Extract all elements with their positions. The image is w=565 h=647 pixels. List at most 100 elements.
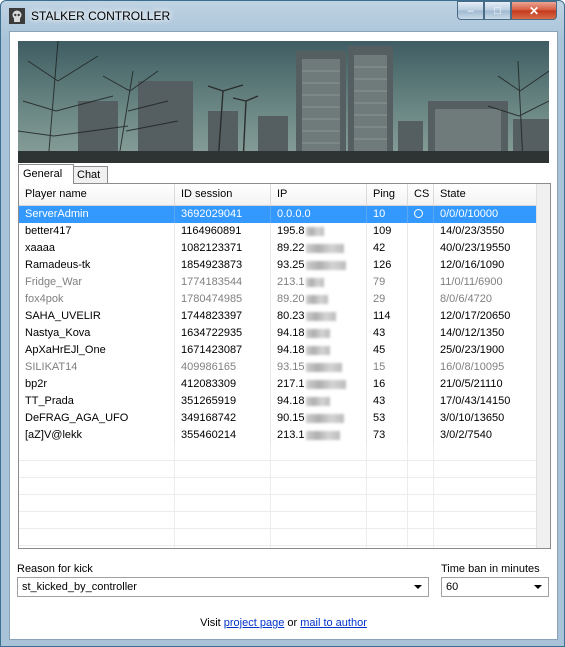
- empty-column-line: [174, 529, 175, 546]
- empty-column-line: [174, 478, 175, 495]
- cell-ping: 43: [367, 325, 408, 342]
- cell-id-session-text: 409986165: [181, 361, 237, 373]
- column-header-cs[interactable]: CS: [408, 184, 434, 205]
- empty-column-line: [366, 444, 367, 461]
- empty-row-line: [19, 511, 536, 512]
- cell-ping: 109: [367, 223, 408, 240]
- empty-column-line: [270, 461, 271, 478]
- cell-player-name: ServerAdmin: [19, 206, 175, 223]
- cell-ip-text: 93.25: [277, 259, 305, 271]
- empty-column-line: [366, 478, 367, 495]
- cell-ping: 53: [367, 410, 408, 427]
- column-header-ip[interactable]: IP: [271, 184, 367, 205]
- minimize-button[interactable]: –: [457, 1, 484, 20]
- empty-column-line: [407, 512, 408, 529]
- title-bar[interactable]: STALKER CONTROLLER – □ ✕: [1, 1, 564, 31]
- table-row[interactable]: SILIKAT14 409986165 93.15 15 16/0/8/10095: [19, 359, 536, 376]
- maximize-button[interactable]: □: [484, 1, 511, 20]
- empty-column-line: [270, 529, 271, 546]
- cell-cs: [408, 410, 434, 427]
- table-row[interactable]: TT_Prada 351265919 94.18 43 17/0/43/14150: [19, 393, 536, 410]
- cell-id-session-text: 1774183544: [181, 276, 243, 288]
- table-row[interactable]: ServerAdmin 3692029041 0.0.0.0 10 0/0/0/1000…: [19, 206, 536, 223]
- cell-player-name-text: ServerAdmin: [25, 208, 89, 220]
- empty-column-line: [433, 461, 434, 478]
- cell-ip: 93.15: [271, 359, 367, 376]
- cell-id-session: 1780474985: [175, 291, 271, 308]
- close-button[interactable]: ✕: [511, 1, 557, 20]
- window-title: STALKER CONTROLLER: [31, 9, 171, 23]
- cell-id-session-text: 1634722935: [181, 327, 243, 339]
- cell-player-name: DeFRAG_AGA_UFO: [19, 410, 175, 427]
- cell-id-session: 1634722935: [175, 325, 271, 342]
- table-row[interactable]: bp2r 412083309 217.1 16 21/0/5/21110: [19, 376, 536, 393]
- empty-column-line: [433, 529, 434, 546]
- cell-player-name: Fridge_War: [19, 274, 175, 291]
- cell-state: 40/0/23/19550: [434, 240, 536, 257]
- cell-id-session-text: 1082123371: [181, 242, 243, 254]
- column-header-id-session[interactable]: ID session: [175, 184, 271, 205]
- project-page-link[interactable]: project page: [224, 617, 285, 629]
- table-row[interactable]: ApXaHrEJl_One 1671423087 94.18 45 25/0/23/19…: [19, 342, 536, 359]
- redacted-ip-blur: [305, 345, 330, 355]
- cell-ip-text: 94.18: [277, 327, 305, 339]
- table-row[interactable]: Nastya_Kova 1634722935 94.18 43 14/0/12/1350: [19, 325, 536, 342]
- empty-column-line: [270, 512, 271, 529]
- cell-id-session-text: 1744823397: [181, 310, 243, 322]
- table-row[interactable]: better417 1164960891 195.8 109 14/0/23/3550: [19, 223, 536, 240]
- column-header-ping[interactable]: Ping: [367, 184, 408, 205]
- cell-ping-text: 109: [373, 225, 392, 237]
- ban-time-label: Time ban in minutes: [441, 563, 540, 575]
- cell-ping-text: 53: [373, 412, 386, 424]
- tab-general[interactable]: General: [18, 164, 74, 184]
- table-row[interactable]: xaaaa 1082123371 89.22 42 40/0/23/19550: [19, 240, 536, 257]
- cell-ping-text: 45: [373, 344, 386, 356]
- tab-chat[interactable]: Chat: [72, 166, 108, 184]
- cell-state: 25/0/23/1900: [434, 342, 536, 359]
- tab-chat-label: Chat: [77, 169, 101, 181]
- cell-ping-text: 79: [373, 276, 386, 288]
- table-row[interactable]: [aZ]V@lekk 355460214 213.1 73 3/0/2/7540: [19, 427, 536, 444]
- empty-column-line: [366, 495, 367, 512]
- cs-icon: [414, 208, 423, 218]
- redacted-ip-blur: [305, 413, 344, 423]
- mail-author-link[interactable]: mail to author: [300, 617, 367, 629]
- cell-state: 16/0/8/10095: [434, 359, 536, 376]
- cell-ping: 43: [367, 393, 408, 410]
- empty-row-line: [19, 460, 536, 461]
- table-row[interactable]: Ramadeus-tk 1854923873 93.25 126 12/0/16/109…: [19, 257, 536, 274]
- column-header-state[interactable]: State: [434, 184, 536, 205]
- kick-reason-select[interactable]: st_kicked_by_controller: [17, 577, 429, 597]
- cell-ip: 93.25: [271, 257, 367, 274]
- cell-id-session: 1774183544: [175, 274, 271, 291]
- cell-ip: 89.22: [271, 240, 367, 257]
- cell-state: 14/0/23/3550: [434, 223, 536, 240]
- empty-column-line: [270, 444, 271, 461]
- cell-player-name: bp2r: [19, 376, 175, 393]
- cell-ip-text: 80.23: [277, 310, 305, 322]
- column-header-player-name[interactable]: Player name: [19, 184, 175, 205]
- kick-reason-value: st_kicked_by_controller: [22, 581, 137, 593]
- ban-time-select[interactable]: 60: [441, 577, 549, 597]
- table-scrollbar[interactable]: [536, 184, 550, 548]
- table-row[interactable]: fox4pok 1780474985 89.20 29 8/0/6/4720: [19, 291, 536, 308]
- players-table[interactable]: Player name ID session IP Ping CS State …: [19, 184, 536, 548]
- empty-column-line: [366, 461, 367, 478]
- table-row[interactable]: SAHA_UVELIR 1744823397 80.23 114 12/0/17/206…: [19, 308, 536, 325]
- cell-state-text: 16/0/8/10095: [440, 361, 505, 373]
- table-row[interactable]: DeFRAG_AGA_UFO 349168742 90.15 53 3/0/10/136…: [19, 410, 536, 427]
- cell-state: 3/0/10/13650: [434, 410, 536, 427]
- cell-ping: 29: [367, 291, 408, 308]
- cell-player-name: SAHA_UVELIR: [19, 308, 175, 325]
- table-header: Player name ID session IP Ping CS State: [19, 184, 536, 206]
- cell-cs: [408, 223, 434, 240]
- cell-id-session-text: 1164960891: [181, 225, 242, 237]
- empty-column-line: [407, 461, 408, 478]
- cell-player-name-text: SILIKAT14: [25, 361, 78, 373]
- table-row[interactable]: Fridge_War 1774183544 213.1 79 11/0/11/6900: [19, 274, 536, 291]
- cell-state: 14/0/12/1350: [434, 325, 536, 342]
- cell-cs: [408, 342, 434, 359]
- banner-image: [18, 41, 549, 163]
- cell-id-session: 351265919: [175, 393, 271, 410]
- cell-state: 17/0/43/14150: [434, 393, 536, 410]
